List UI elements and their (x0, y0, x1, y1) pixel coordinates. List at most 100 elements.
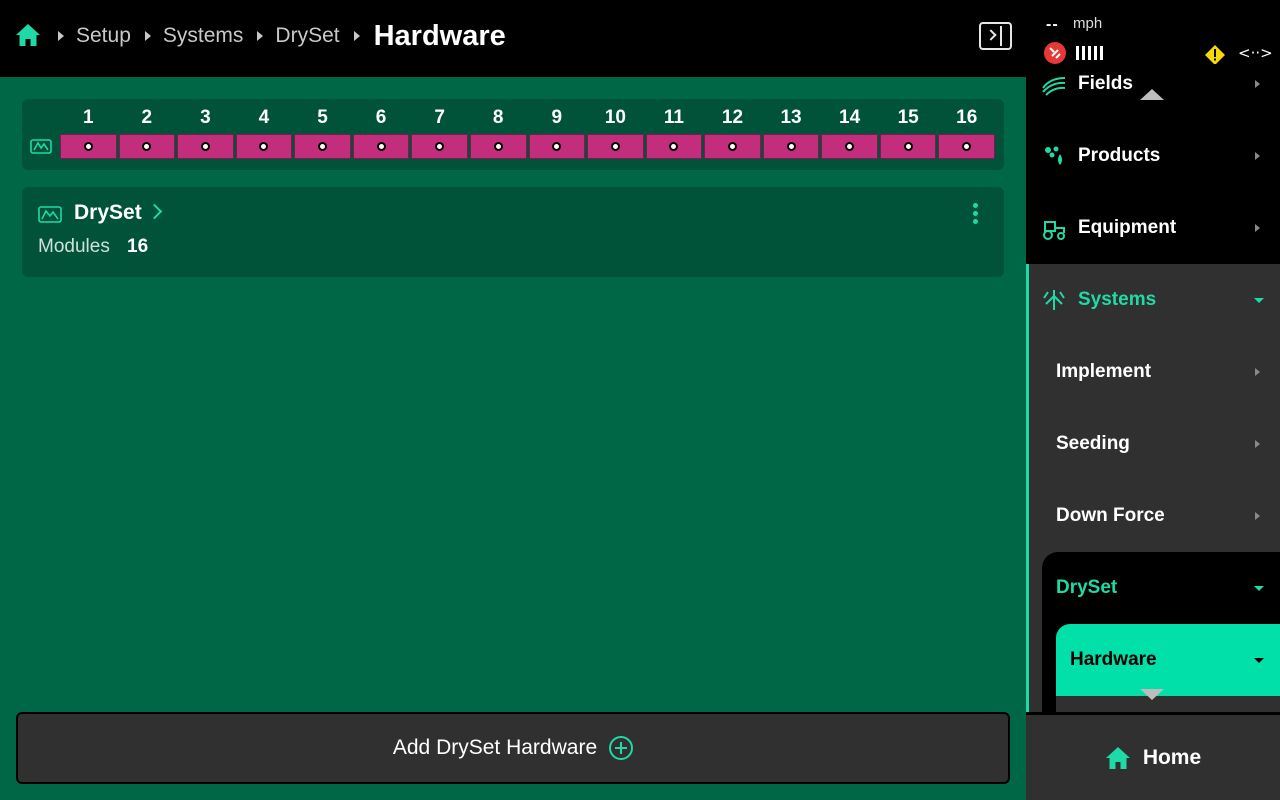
dryset-icon (38, 206, 62, 223)
chevron-down-icon (1254, 585, 1264, 591)
module-segment[interactable] (235, 134, 293, 159)
module-status-dot (493, 142, 503, 151)
module-12[interactable]: 12 (703, 99, 762, 170)
module-number: 13 (780, 107, 802, 128)
module-status-dot (727, 142, 737, 151)
module-4[interactable]: 4 (235, 99, 294, 170)
module-number: 8 (492, 107, 504, 128)
module-segment[interactable] (587, 134, 644, 159)
module-segment[interactable] (938, 134, 995, 159)
module-status-dot (903, 142, 913, 151)
systems-icon (1043, 290, 1065, 310)
module-number: 6 (375, 107, 387, 128)
module-8[interactable]: 8 (469, 99, 528, 170)
fields-icon (1042, 77, 1066, 96)
module-number: 14 (839, 107, 861, 128)
module-segment[interactable] (879, 134, 937, 159)
module-15[interactable]: 15 (879, 99, 938, 170)
module-status-dot (142, 142, 152, 151)
nav-label: Seeding (1056, 433, 1130, 454)
add-dryset-hardware-button[interactable]: Add DrySet Hardware (16, 712, 1010, 784)
module-segment[interactable] (294, 134, 351, 159)
module-segment[interactable] (762, 134, 820, 159)
module-status-dot (552, 142, 562, 151)
dryset-card[interactable]: DrySet Modules 16 (22, 187, 1004, 277)
more-options-icon[interactable] (970, 203, 980, 225)
breadcrumb-systems[interactable]: Systems (163, 24, 244, 48)
breadcrumb-setup[interactable]: Setup (76, 24, 131, 48)
module-16[interactable]: 16 (937, 99, 996, 170)
nav-implement[interactable]: Implement (1026, 336, 1280, 408)
nav-label: DrySet (1056, 577, 1118, 598)
panel-toggle-button[interactable] (979, 22, 1012, 50)
home-icon[interactable] (14, 21, 42, 49)
plus-circle-icon (609, 736, 634, 760)
nav-products[interactable]: Products (1026, 120, 1280, 192)
nav-seeding[interactable]: Seeding (1026, 408, 1280, 480)
chevron-right-icon (1255, 80, 1260, 88)
module-number: 5 (317, 107, 328, 128)
module-segment[interactable] (704, 134, 761, 159)
module-segment[interactable] (528, 134, 586, 159)
module-14[interactable]: 14 (820, 99, 879, 170)
module-2[interactable]: 2 (118, 99, 177, 170)
module-number: 7 (434, 107, 445, 128)
module-segment[interactable] (177, 134, 234, 159)
speed-value: -- (1046, 16, 1059, 33)
nav-label: Hardware (1070, 649, 1157, 670)
module-13[interactable]: 13 (762, 99, 821, 170)
module-status-dot (435, 142, 445, 151)
home-button[interactable]: Home (1026, 713, 1280, 800)
modules-count: 16 (127, 236, 149, 257)
nav-dryset[interactable]: DrySet (1026, 552, 1280, 624)
chevron-down-icon (1254, 657, 1264, 663)
chevron-right-icon (1255, 512, 1260, 520)
nav-label: Implement (1056, 361, 1152, 382)
module-segment[interactable] (352, 134, 410, 159)
module-5[interactable]: 5 (293, 99, 352, 170)
module-number: 16 (956, 107, 978, 128)
side-navigation: -- mph <··> Fields Products Equipment Sy… (1026, 0, 1280, 800)
main-content: 1 2 3 4 5 6 7 8 9 10 11 12 13 14 15 16 DrySet Modules 1… (0, 77, 1026, 800)
home-icon (1105, 746, 1130, 769)
module-status-dot (83, 142, 93, 151)
module-segment[interactable] (645, 134, 703, 159)
card-title[interactable]: DrySet (74, 201, 142, 225)
module-7[interactable]: 7 (410, 99, 469, 170)
home-label: Home (1142, 745, 1202, 769)
module-list: 1 2 3 4 5 6 7 8 9 10 11 12 13 14 15 16 (59, 99, 996, 170)
module-segment[interactable] (411, 134, 468, 159)
module-number: 4 (258, 107, 270, 128)
module-segment[interactable] (118, 134, 176, 159)
module-status-dot (962, 142, 972, 151)
module-row-bar: 1 2 3 4 5 6 7 8 9 10 11 12 13 14 15 16 (22, 99, 1004, 170)
nav-hardware[interactable]: Hardware (1026, 624, 1280, 696)
add-button-label: Add DrySet Hardware (392, 736, 598, 759)
module-segment[interactable] (60, 134, 117, 159)
nav-systems[interactable]: Systems (1026, 264, 1280, 336)
nav-equipment[interactable]: Equipment (1026, 192, 1280, 264)
chevron-right-icon (1255, 440, 1260, 448)
nav-fields[interactable]: Fields (1026, 48, 1280, 120)
module-11[interactable]: 11 (645, 99, 704, 170)
breadcrumb-dryset[interactable]: DrySet (275, 24, 339, 48)
module-6[interactable]: 6 (352, 99, 411, 170)
module-number: 2 (141, 107, 153, 128)
tractor-icon (1043, 221, 1065, 240)
chevron-right-icon[interactable] (146, 203, 163, 220)
module-number: 10 (604, 107, 626, 128)
nav-down-force[interactable]: Down Force (1026, 480, 1280, 552)
module-segment[interactable] (821, 134, 878, 159)
module-number: 9 (551, 107, 563, 128)
module-9[interactable]: 9 (528, 99, 587, 170)
breadcrumb-separator (144, 31, 151, 41)
scroll-down-icon[interactable] (1140, 689, 1164, 700)
module-10[interactable]: 10 (586, 99, 645, 170)
module-number: 12 (721, 107, 744, 128)
module-number: 11 (663, 107, 684, 128)
scroll-up-icon[interactable] (1140, 89, 1164, 100)
module-1[interactable]: 1 (59, 99, 118, 170)
nav-label: Products (1078, 145, 1161, 166)
module-segment[interactable] (469, 134, 527, 159)
module-3[interactable]: 3 (176, 99, 235, 170)
